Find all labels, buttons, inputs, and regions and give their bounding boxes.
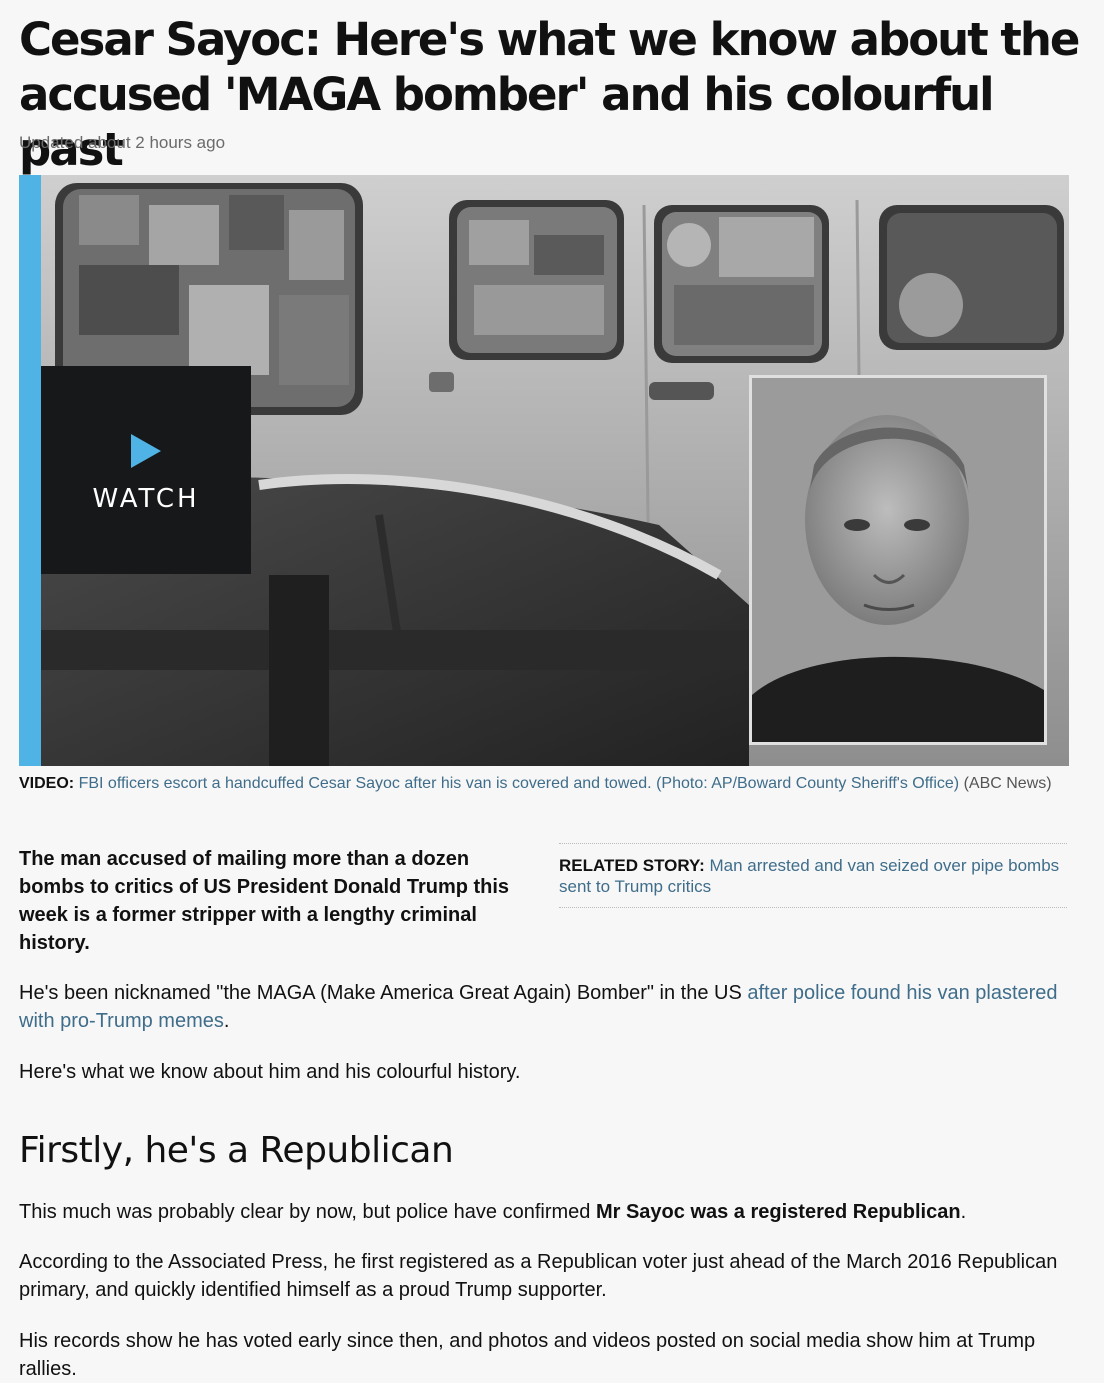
paragraph-1-text: He's been nicknamed "the MAGA (Make Amer… — [19, 982, 742, 1004]
caption-prefix: VIDEO: — [19, 775, 75, 792]
paragraph-3: This much was probably clear by now, but… — [19, 1198, 1079, 1226]
watch-label: WATCH — [92, 484, 200, 514]
article-page: Cesar Sayoc: Here's what we know about t… — [0, 0, 1104, 1380]
updated-timestamp: Updated about 2 hours ago — [19, 133, 226, 152]
paragraph-4: According to the Associated Press, he fi… — [19, 1251, 1058, 1301]
paragraph-3-bold: Mr Sayoc was a registered Republican — [595, 1201, 961, 1223]
paragraph-1-end: . — [223, 1010, 230, 1032]
paragraph-1: He's been nicknamed "the MAGA (Make Amer… — [19, 979, 1079, 1035]
video-caption: VIDEO: FBI officers escort a handcuffed … — [19, 773, 1069, 794]
related-story: RELATED STORY: Man arrested and van seiz… — [559, 843, 1067, 908]
caption-source: (ABC News) — [963, 775, 1052, 792]
play-icon — [131, 434, 161, 468]
article-lede: The man accused of mailing more than a d… — [19, 848, 510, 954]
hero-video[interactable]: WATCH — [19, 175, 1069, 766]
caption-link[interactable]: FBI officers escort a handcuffed Cesar S… — [79, 775, 960, 792]
paragraph-5: His records show he has voted early sinc… — [19, 1330, 1036, 1380]
related-story-label: RELATED STORY: — [559, 856, 705, 875]
paragraph-2: Here's what we know about him and his co… — [19, 1061, 521, 1083]
paragraph-3-end: . — [960, 1201, 967, 1223]
paragraph-3-text: This much was probably clear by now, but… — [19, 1201, 591, 1223]
section-heading: Firstly, he's a Republican — [19, 1130, 454, 1171]
watch-video-button[interactable]: WATCH — [41, 366, 251, 574]
